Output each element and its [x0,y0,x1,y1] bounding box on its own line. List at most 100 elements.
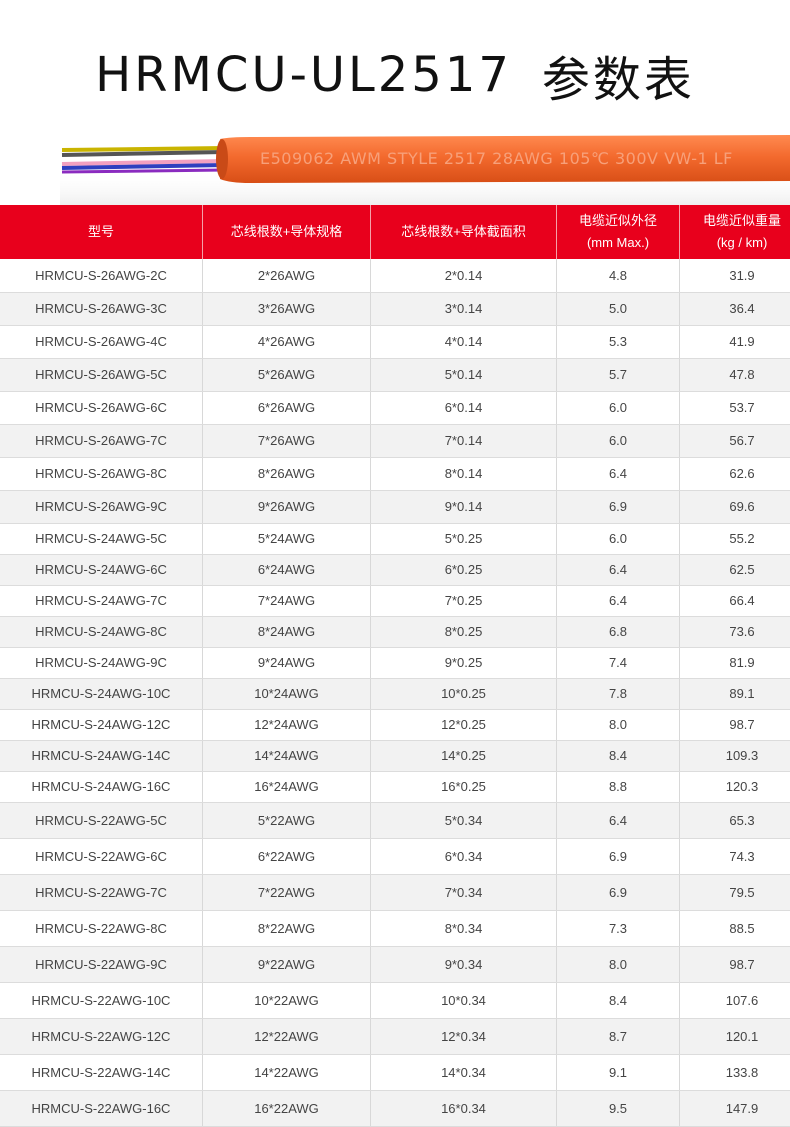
cell-conductor-spec: 6*24AWG [203,554,371,585]
cell-outer-diameter: 8.0 [557,709,680,740]
table-row: HRMCU-S-22AWG-7C7*22AWG7*0.346.979.5 [0,874,790,910]
cell-cross-section: 9*0.25 [371,647,557,678]
cell-model: HRMCU-S-24AWG-12C [0,709,203,740]
table-row: HRMCU-S-22AWG-12C12*22AWG12*0.348.7120.1 [0,1018,790,1054]
cell-conductor-spec: 6*26AWG [203,391,371,424]
cell-outer-diameter: 8.0 [557,946,680,982]
spec-table: 型号芯线根数+导体规格芯线根数+导体截面积电缆近似外径(mm Max.)电缆近似… [0,205,790,1127]
cell-weight: 65.3 [680,802,790,838]
cell-model: HRMCU-S-26AWG-2C [0,259,203,292]
cell-cross-section: 10*0.34 [371,982,557,1018]
cell-weight: 47.8 [680,358,790,391]
table-row: HRMCU-S-22AWG-9C9*22AWG9*0.348.098.7 [0,946,790,982]
cell-model: HRMCU-S-22AWG-6C [0,838,203,874]
cell-conductor-spec: 12*24AWG [203,709,371,740]
cell-cross-section: 8*0.25 [371,616,557,647]
cell-outer-diameter: 7.3 [557,910,680,946]
cell-cross-section: 9*0.14 [371,490,557,523]
cell-model: HRMCU-S-22AWG-5C [0,802,203,838]
cell-outer-diameter: 9.1 [557,1054,680,1090]
cell-outer-diameter: 7.8 [557,678,680,709]
cell-cross-section: 12*0.34 [371,1018,557,1054]
cell-weight: 107.6 [680,982,790,1018]
column-header: 电缆近似外径(mm Max.) [557,205,680,259]
header-label: 电缆近似外径 [558,210,678,232]
cell-conductor-spec: 16*24AWG [203,771,371,802]
cell-cross-section: 16*0.25 [371,771,557,802]
cell-weight: 120.1 [680,1018,790,1054]
cell-outer-diameter: 6.9 [557,838,680,874]
cell-conductor-spec: 12*22AWG [203,1018,371,1054]
cell-cross-section: 14*0.25 [371,740,557,771]
cell-conductor-spec: 3*26AWG [203,292,371,325]
cell-model: HRMCU-S-24AWG-9C [0,647,203,678]
cell-cross-section: 7*0.25 [371,585,557,616]
cell-weight: 31.9 [680,259,790,292]
cell-outer-diameter: 6.8 [557,616,680,647]
cell-model: HRMCU-S-26AWG-9C [0,490,203,523]
cell-outer-diameter: 8.8 [557,771,680,802]
page-title: HRMCU-UL2517 参数表 [0,40,790,110]
table-row: HRMCU-S-24AWG-6C6*24AWG6*0.256.462.5 [0,554,790,585]
cell-model: HRMCU-S-22AWG-14C [0,1054,203,1090]
table-row: HRMCU-S-24AWG-5C5*24AWG5*0.256.055.2 [0,523,790,554]
table-row: HRMCU-S-26AWG-5C5*26AWG5*0.145.747.8 [0,358,790,391]
table-row: HRMCU-S-26AWG-2C2*26AWG2*0.144.831.9 [0,259,790,292]
cell-weight: 66.4 [680,585,790,616]
cell-cross-section: 6*0.25 [371,554,557,585]
cell-conductor-spec: 14*24AWG [203,740,371,771]
cell-outer-diameter: 6.4 [557,585,680,616]
cell-weight: 109.3 [680,740,790,771]
cell-cross-section: 5*0.14 [371,358,557,391]
cell-weight: 147.9 [680,1090,790,1126]
cell-weight: 98.7 [680,709,790,740]
cell-model: HRMCU-S-24AWG-8C [0,616,203,647]
cell-weight: 56.7 [680,424,790,457]
table-row: HRMCU-S-26AWG-4C4*26AWG4*0.145.341.9 [0,325,790,358]
header-label: 芯线根数+导体规格 [204,221,369,243]
cell-conductor-spec: 9*24AWG [203,647,371,678]
cell-weight: 62.6 [680,457,790,490]
cell-cross-section: 4*0.14 [371,325,557,358]
cell-model: HRMCU-S-26AWG-7C [0,424,203,457]
cell-outer-diameter: 6.9 [557,874,680,910]
title-model: HRMCU-UL2517 [95,47,512,103]
header-label: 型号 [1,221,201,243]
cell-outer-diameter: 5.3 [557,325,680,358]
cell-outer-diameter: 6.9 [557,490,680,523]
table-row: HRMCU-S-22AWG-16C16*22AWG16*0.349.5147.9 [0,1090,790,1126]
table-header-row: 型号芯线根数+导体规格芯线根数+导体截面积电缆近似外径(mm Max.)电缆近似… [0,205,790,259]
cell-model: HRMCU-S-26AWG-5C [0,358,203,391]
cell-model: HRMCU-S-24AWG-16C [0,771,203,802]
cell-model: HRMCU-S-24AWG-10C [0,678,203,709]
cell-model: HRMCU-S-26AWG-3C [0,292,203,325]
cell-conductor-spec: 5*26AWG [203,358,371,391]
cell-model: HRMCU-S-24AWG-14C [0,740,203,771]
cell-weight: 69.6 [680,490,790,523]
header-label: 芯线根数+导体截面积 [372,221,555,243]
cell-cross-section: 7*0.14 [371,424,557,457]
cell-cross-section: 16*0.34 [371,1090,557,1126]
cell-weight: 98.7 [680,946,790,982]
column-header: 芯线根数+导体截面积 [371,205,557,259]
cell-conductor-spec: 2*26AWG [203,259,371,292]
cell-outer-diameter: 9.5 [557,1090,680,1126]
header-label: 电缆近似重量 [681,210,790,232]
cell-conductor-spec: 7*26AWG [203,424,371,457]
cell-conductor-spec: 10*22AWG [203,982,371,1018]
cell-conductor-spec: 16*22AWG [203,1090,371,1126]
header-unit: (kg / km) [681,232,790,254]
cell-conductor-spec: 7*22AWG [203,874,371,910]
cell-weight: 89.1 [680,678,790,709]
table-row: HRMCU-S-22AWG-8C8*22AWG8*0.347.388.5 [0,910,790,946]
cell-model: HRMCU-S-26AWG-4C [0,325,203,358]
cell-model: HRMCU-S-22AWG-12C [0,1018,203,1054]
cell-weight: 88.5 [680,910,790,946]
cell-cross-section: 6*0.14 [371,391,557,424]
cell-weight: 79.5 [680,874,790,910]
table-row: HRMCU-S-24AWG-7C7*24AWG7*0.256.466.4 [0,585,790,616]
cell-conductor-spec: 10*24AWG [203,678,371,709]
cell-cross-section: 5*0.25 [371,523,557,554]
cell-conductor-spec: 6*22AWG [203,838,371,874]
table-row: HRMCU-S-22AWG-6C6*22AWG6*0.346.974.3 [0,838,790,874]
